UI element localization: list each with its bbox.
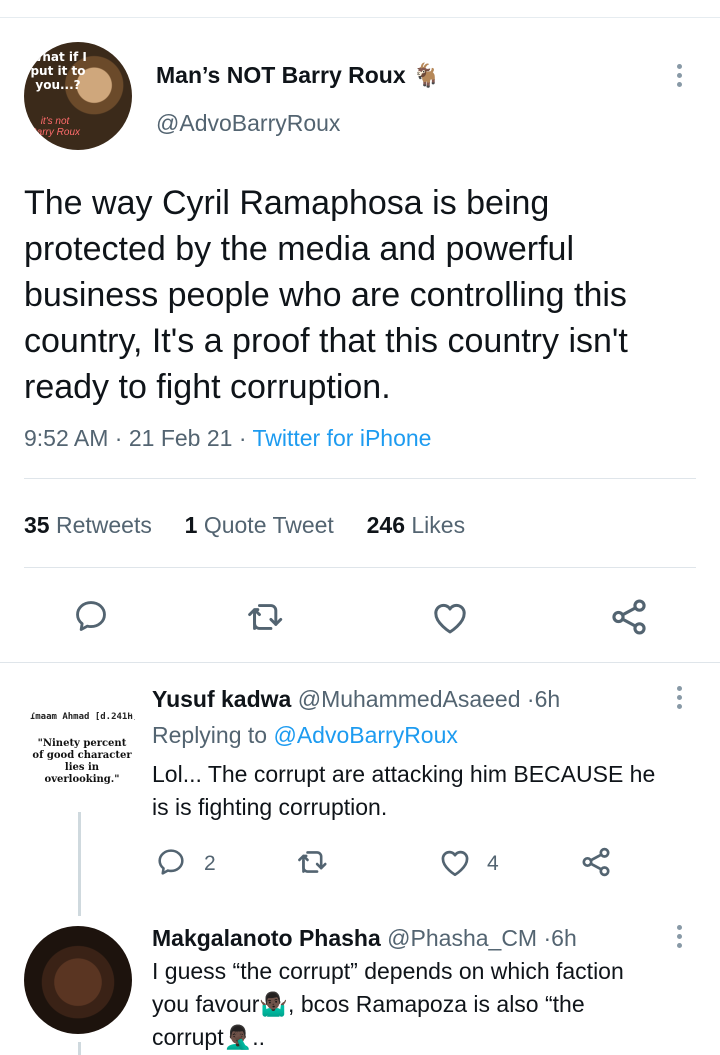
avatar-quote: "Ninety percent of good character lies i… (32, 738, 132, 785)
thread-line (78, 1042, 81, 1055)
thread-line (78, 812, 81, 916)
tweet-text-line: business people who are controlling this (24, 276, 627, 314)
reply-avatar[interactable]: Imaam Ahmad [d.241H] "Ninety percent of … (24, 686, 140, 802)
author-name[interactable]: Man’s NOT Barry Roux 🐐 (156, 60, 441, 90)
tweet-time: 9:52 AM (24, 425, 109, 451)
tweet-source-link[interactable]: Twitter for iPhone (252, 425, 431, 451)
avatar-subcaption: it's not Barry Roux (30, 116, 81, 138)
reply-text-line: Lol... The corrupt are attacking him BEC… (152, 761, 656, 787)
reply-author-handle[interactable]: @Phasha_CM (387, 925, 537, 951)
meta-separator: · (526, 686, 535, 712)
share-icon[interactable] (579, 845, 613, 879)
meta-separator: · (238, 425, 247, 451)
reply-text-line: I guess “the corrupt” depends on which f… (152, 958, 624, 984)
like-heart-icon[interactable] (430, 598, 470, 636)
tweet-text: The way Cyril Ramaphosa is being protect… (24, 180, 704, 410)
more-options-icon[interactable] (677, 925, 683, 952)
tweet-stats: 35 Retweets 1 Quote Tweet 246 Likes (24, 510, 465, 540)
divider (24, 567, 696, 568)
reply-header: Makgalanoto Phasha @Phasha_CM ·6h (152, 922, 577, 954)
reply-text-line: you favour🤷🏿‍♂️, bcos Ramapoza is also “… (152, 991, 585, 1017)
likes-stat[interactable]: 246 Likes (367, 512, 465, 538)
reply-header: Yusuf kadwa @MuhammedAsaeed ·6h (152, 683, 560, 715)
avatar-caption: What if I put it to you...? (29, 50, 87, 92)
reply-text-line: corrupt🤦🏿‍♂️.. (152, 1024, 266, 1050)
tweet-meta: 9:52 AM · 21 Feb 21 · Twitter for iPhone (24, 423, 431, 453)
more-options-icon[interactable] (677, 686, 683, 713)
avatar-caption: Imaam Ahmad [d.241H] (29, 712, 139, 722)
retweets-count: 35 (24, 512, 50, 538)
replying-to-line: Replying to @AdvoBarryRoux (152, 719, 458, 751)
quote-label: Quote Tweet (203, 512, 334, 538)
retweets-label: Retweets (55, 512, 152, 538)
tweet-text-line: The way Cyril Ramaphosa is being (24, 184, 550, 222)
more-options-icon[interactable] (677, 64, 683, 91)
divider (0, 662, 720, 663)
reply-text-line: is is fighting corruption. (152, 794, 388, 820)
tweet-text-line: ready to fight corruption. (24, 368, 391, 406)
author-handle[interactable]: @AdvoBarryRoux (156, 108, 340, 138)
reply-time: 6h (551, 925, 577, 951)
like-heart-icon[interactable] (438, 846, 472, 878)
reply-author-name[interactable]: Makgalanoto Phasha (152, 925, 381, 951)
tweet-date: 21 Feb 21 (128, 425, 233, 451)
quote-tweets-stat[interactable]: 1 Quote Tweet (185, 512, 334, 538)
share-icon[interactable] (608, 596, 650, 638)
quote-count: 1 (184, 512, 198, 538)
tweet-text-line: country, It's a proof that this country … (24, 322, 628, 360)
replying-to-link[interactable]: @AdvoBarryRoux (273, 722, 457, 748)
reply-text: Lol... The corrupt are attacking him BEC… (152, 758, 712, 824)
divider (24, 478, 696, 479)
likes-count: 246 (366, 512, 405, 538)
reply-count: 2 (204, 852, 216, 875)
tweet-text-line: protected by the media and powerful (24, 230, 575, 268)
top-divider (0, 17, 720, 18)
reply-time: 6h (534, 686, 561, 712)
reply-author-handle[interactable]: @MuhammedAsaeed (298, 686, 521, 712)
replying-to-label: Replying to (152, 722, 268, 748)
meta-separator: · (114, 425, 123, 451)
author-avatar[interactable]: What if I put it to you...? it's not Bar… (24, 42, 132, 150)
meta-separator: · (543, 925, 552, 951)
retweets-stat[interactable]: 35 Retweets (24, 512, 152, 538)
likes-label: Likes (411, 512, 466, 538)
reply-avatar[interactable] (24, 926, 132, 1034)
reply-icon[interactable] (155, 846, 187, 878)
reply-author-name[interactable]: Yusuf kadwa (152, 686, 291, 712)
retweet-icon[interactable] (246, 599, 286, 635)
retweet-icon[interactable] (296, 847, 330, 877)
like-count: 4 (487, 852, 499, 875)
reply-text: I guess “the corrupt” depends on which f… (152, 955, 712, 1054)
reply-icon[interactable] (72, 597, 110, 635)
